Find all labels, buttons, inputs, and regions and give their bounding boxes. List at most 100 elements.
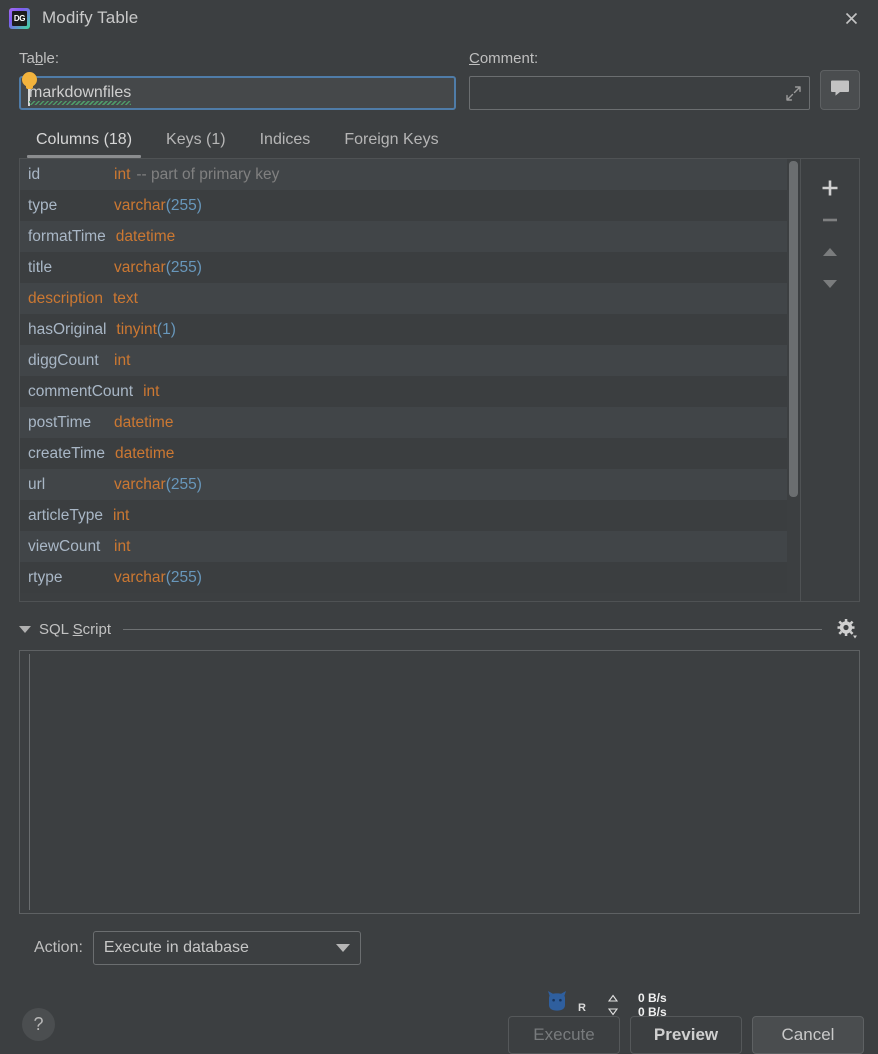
netspeed-upload: 0 B/s: [637, 991, 667, 1005]
column-name-cell: commentCount: [28, 382, 134, 400]
window-title: Modify Table: [42, 8, 139, 27]
column-name-cell: rtype: [28, 568, 63, 586]
table-name-input[interactable]: markdownfiles: [19, 76, 456, 110]
table-row[interactable]: postTime datetime: [20, 407, 787, 438]
column-name-cell: id: [28, 165, 41, 183]
dialog-bottom-bar: ? Execute Preview Cancel: [0, 992, 878, 1054]
column-name-cell: articleType: [28, 506, 103, 524]
column-type-cell: int: [143, 382, 160, 400]
edit-comment-button[interactable]: [820, 70, 860, 110]
tab-foreign-keys[interactable]: Foreign Keys: [327, 131, 455, 158]
datagrip-logo-text: DG: [12, 10, 27, 26]
netspeed-rates: 0 B/s 0 B/s: [638, 991, 667, 1019]
column-name-cell: diggCount: [28, 351, 99, 369]
table-row[interactable]: diggCount int: [20, 345, 787, 376]
column-comment-cell: -- part of primary key: [136, 165, 280, 183]
sql-script-editor[interactable]: [19, 650, 860, 914]
tab-indices[interactable]: Indices: [243, 131, 328, 158]
sql-script-header: SQL Script: [19, 616, 860, 642]
chevron-down-icon[interactable]: [19, 625, 31, 633]
column-type-length: (255): [165, 568, 202, 586]
column-type-cell: varchar(255): [114, 475, 202, 493]
columns-scroll-pane: id int -- part of primary key type varchar(2…: [20, 159, 787, 601]
editor-tabs: Columns (18) Keys (1) Indices Foreign Ke…: [0, 110, 878, 158]
table-row[interactable]: title varchar(255): [20, 252, 787, 283]
column-name-cell: description: [28, 289, 103, 307]
execute-button[interactable]: Execute: [508, 1016, 620, 1054]
column-name-cell: viewCount: [28, 537, 101, 555]
table-field-group: Table: markdownfiles: [19, 50, 456, 110]
expand-arrows-icon[interactable]: [785, 85, 802, 102]
column-type-cell: datetime: [114, 413, 174, 431]
column-type-cell: varchar(255): [114, 196, 202, 214]
column-type-cell: datetime: [115, 227, 176, 245]
editor-gutter: [29, 654, 30, 910]
column-type-length: (255): [165, 258, 202, 276]
table-row[interactable]: type varchar(255): [20, 190, 787, 221]
remove-column-button[interactable]: [813, 205, 847, 235]
preview-button[interactable]: Preview: [630, 1016, 742, 1054]
column-name-cell: formatTime: [28, 227, 106, 245]
column-type-cell: varchar(255): [114, 568, 202, 586]
lightbulb-icon[interactable]: [22, 72, 39, 89]
column-name-cell: title: [28, 258, 53, 276]
table-row[interactable]: id int -- part of primary key: [20, 159, 787, 190]
help-button[interactable]: ?: [22, 1008, 55, 1041]
column-type-cell: varchar(255): [114, 258, 202, 276]
add-column-button[interactable]: [813, 173, 847, 203]
netspeed-download: 0 B/s: [637, 1005, 667, 1020]
column-type-cell: text: [112, 289, 138, 307]
action-selected-value: Execute in database: [103, 939, 249, 956]
column-type-length: (255): [165, 475, 202, 493]
columns-side-toolbar: [800, 159, 859, 601]
title-bar: DG Modify Table: [0, 0, 878, 36]
tab-keys[interactable]: Keys (1): [149, 131, 243, 158]
comment-input[interactable]: [469, 76, 810, 110]
tab-columns[interactable]: Columns (18): [19, 131, 149, 158]
close-icon[interactable]: [824, 0, 878, 36]
comment-input-row: [469, 76, 810, 110]
table-row[interactable]: createTime datetime: [20, 438, 787, 469]
column-name-cell: type: [28, 196, 58, 214]
column-type-length: (255): [165, 196, 202, 214]
action-select[interactable]: Execute in database: [92, 931, 361, 965]
column-type-length: (1): [156, 320, 176, 338]
move-up-button[interactable]: [813, 237, 847, 267]
action-label: Action:: [34, 939, 83, 956]
sql-header-separator: [123, 628, 822, 630]
top-fields-row: Table: markdownfiles Comment:: [0, 36, 878, 110]
action-row: Action: Execute in database: [34, 931, 878, 965]
updown-arrows-icon: [607, 994, 619, 1021]
columns-vertical-scrollbar[interactable]: [787, 159, 800, 601]
table-row[interactable]: commentCount int: [20, 376, 787, 407]
column-type-cell: datetime: [114, 444, 175, 462]
move-down-button[interactable]: [813, 269, 847, 299]
table-row[interactable]: rtype varchar(255): [20, 562, 787, 593]
datagrip-logo-icon: DG: [9, 7, 30, 29]
scrollbar-thumb[interactable]: [789, 161, 798, 497]
column-type-cell: int: [114, 537, 131, 555]
column-type-cell: int: [114, 351, 131, 369]
table-name-input-wrap: markdownfiles: [19, 72, 456, 110]
table-row[interactable]: formatTime datetime: [20, 221, 787, 252]
table-row[interactable]: articleType int: [20, 500, 787, 531]
column-type-cell: int: [112, 506, 130, 524]
column-type-cell: int: [114, 165, 131, 183]
column-name-cell: createTime: [28, 444, 105, 462]
comment-field-label: Comment:: [469, 50, 539, 67]
network-speed-overlay[interactable]: R 0 B/s 0 B/s: [543, 991, 667, 1021]
chevron-down-icon: [335, 944, 350, 952]
comment-input-grow: [469, 76, 810, 110]
cat-icon: [543, 991, 577, 1017]
table-row[interactable]: hasOriginal tinyint(1): [20, 314, 787, 345]
speech-bubble-icon: [830, 79, 850, 102]
gear-icon[interactable]: [834, 616, 860, 642]
table-row[interactable]: description text: [20, 283, 787, 314]
table-name-value: markdownfiles: [29, 84, 132, 105]
table-row[interactable]: url varchar(255): [20, 469, 787, 500]
table-row[interactable]: viewCount int: [20, 531, 787, 562]
columns-list: id int -- part of primary key type varchar(2…: [20, 159, 787, 593]
column-type-cell: tinyint(1): [116, 320, 176, 338]
cancel-button[interactable]: Cancel: [752, 1016, 864, 1054]
columns-table-area: id int -- part of primary key type varchar(2…: [19, 158, 860, 602]
